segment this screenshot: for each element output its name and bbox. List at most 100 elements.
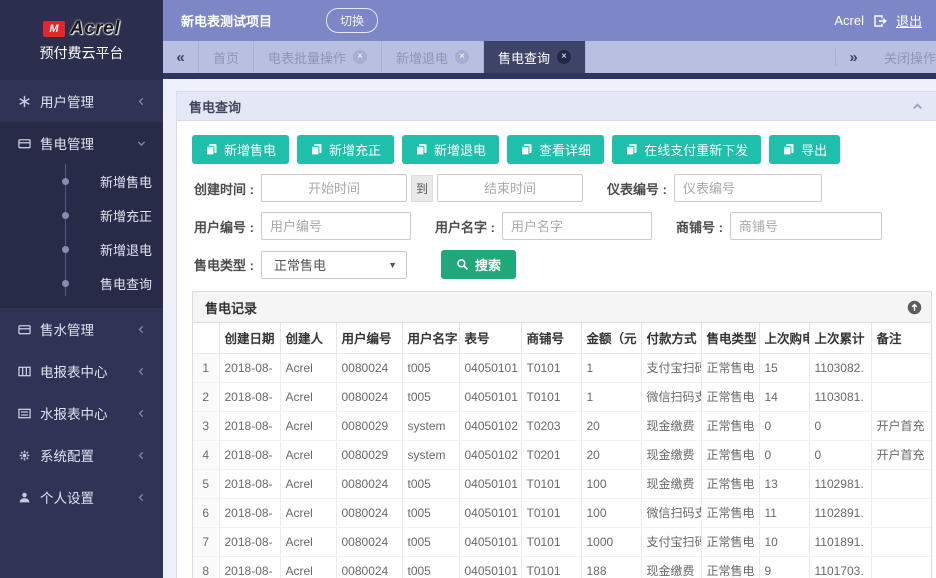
sidebar-item-elec-report-center[interactable]: 电报表中心 [0,350,163,392]
table-cell: Acrel [280,556,336,578]
table-cell: 2018-08- [219,440,280,469]
user-no-label: 用户编号 : [192,217,254,236]
table-cell: 0080029 [336,440,402,469]
tab-sale-query[interactable]: 售电查询 [484,41,586,73]
table-cell: 现金缴费 [641,469,701,498]
sale-records-panel: 售电记录 创建日期创建人用户编号用户名字表号商铺号金额（元付款方式售电类型上次购… [192,291,932,578]
row-number-cell: 8 [193,556,219,578]
logout-link[interactable]: 退出 [896,11,922,30]
column-header: 备注 [871,323,931,353]
sidebar-item-label: 售电管理 [40,133,136,153]
sidebar-section-personal-settings: 个人设置 [0,476,163,518]
sidebar-subitem-add-correction[interactable]: 新增充正 [0,198,163,232]
table-icon [18,364,33,378]
view-detail-button[interactable]: 查看详细 [507,135,604,164]
table-cell: 0080024 [336,556,402,578]
start-time-input[interactable] [261,174,407,202]
sidebar-item-water-sale-mgmt[interactable]: 售水管理 [0,308,163,350]
table-cell: 1101891. [809,527,871,556]
table-row[interactable]: 32018-08-Acrel0080029system04050102T0203… [193,411,931,440]
button-label: 新增售电 [224,140,276,159]
online-pay-reissue-button[interactable]: 在线支付重新下发 [612,135,761,164]
content-area: 售电查询 新增售电新增充正新增退电查看详细在线支付重新下发导出 创建时间 : 到… [163,79,936,578]
table-cell: 20 [581,411,641,440]
close-operations-menu[interactable]: 关闭操作 [871,48,936,67]
table-cell: 支付宝扫码 [641,353,701,382]
table-cell: T0203 [521,411,581,440]
add-refund-button[interactable]: 新增退电 [402,135,499,164]
table-cell: 2018-08- [219,382,280,411]
table-cell: 1102981. [809,469,871,498]
switch-project-button[interactable]: 切换 [326,8,378,33]
filter-row-2: 用户编号 : 用户名字 : 商铺号 : [192,212,932,240]
table-cell: 04050101 [459,527,521,556]
list-icon [18,406,33,420]
meter-no-input[interactable] [674,174,822,202]
table-row[interactable]: 52018-08-Acrel0080024t00504050101T010110… [193,469,931,498]
table-cell: Acrel [280,527,336,556]
search-button[interactable]: 搜索 [441,250,516,279]
table-row[interactable]: 62018-08-Acrel0080024t00504050101T010110… [193,498,931,527]
tab-home[interactable]: 首页 [199,41,254,73]
tabs-scroll-left-button[interactable]: « [163,41,199,73]
table-row[interactable]: 72018-08-Acrel0080024t00504050101T010110… [193,527,931,556]
close-icon[interactable] [455,50,469,64]
column-header: 售电类型 [701,323,759,353]
records-header: 售电记录 [193,292,931,323]
scroll-top-icon[interactable] [907,300,922,315]
top-header: 新电表测试项目 切换 Acrel 退出 [163,0,936,41]
tab-meter-batch-ops[interactable]: 电表批量操作 [254,41,382,73]
add-correction-button[interactable]: 新增充正 [297,135,394,164]
user-name-input[interactable] [502,212,652,240]
chevron-down-icon [136,138,147,149]
column-header: 创建人 [280,323,336,353]
table-cell: 04050102 [459,411,521,440]
table-cell: 支付宝扫码 [641,527,701,556]
add-sale-button[interactable]: 新增售电 [192,135,289,164]
table-cell: 04050101 [459,382,521,411]
close-icon[interactable] [557,50,571,64]
table-row[interactable]: 82018-08-Acrel0080024t00504050101T010118… [193,556,931,578]
table-row[interactable]: 42018-08-Acrel0080029system04050102T0201… [193,440,931,469]
table-cell: 2018-08- [219,556,280,578]
column-header: 上次累计 [809,323,871,353]
sidebar-item-sale-mgmt[interactable]: 售电管理 [0,122,163,164]
table-cell: Acrel [280,353,336,382]
export-button[interactable]: 导出 [769,135,840,164]
table-cell: T0101 [521,527,581,556]
sidebar-item-personal-settings[interactable]: 个人设置 [0,476,163,518]
sidebar-subitem-add-refund[interactable]: 新增退电 [0,232,163,266]
sidebar-subitem-sale-query[interactable]: 售电查询 [0,266,163,300]
tab-add-refund[interactable]: 新增退电 [382,41,484,73]
tabs-scroll-right-button[interactable]: » [835,49,871,66]
sale-type-selected-value: 正常售电 [274,255,326,274]
brand-logo: M Acrel 预付费云平台 [0,0,163,80]
table-cell: t005 [402,498,459,527]
table-cell: 0080024 [336,527,402,556]
table-cell: 1000 [581,527,641,556]
sidebar-item-water-report-center[interactable]: 水报表中心 [0,392,163,434]
sidebar-subitem-add-sale[interactable]: 新增售电 [0,164,163,198]
table-row[interactable]: 12018-08-Acrel0080024t00504050101T01011支… [193,353,931,382]
close-icon[interactable] [353,50,367,64]
sidebar-section-user-mgmt: 用户管理 [0,80,163,122]
table-cell: 0 [759,411,809,440]
collapse-panel-icon[interactable] [911,100,924,113]
copy-icon [625,143,638,156]
table-cell: 188 [581,556,641,578]
copy-icon [520,143,533,156]
table-cell: T0201 [521,440,581,469]
shop-no-input[interactable] [730,212,882,240]
table-cell: 2018-08- [219,353,280,382]
table-cell: 正常售电 [701,498,759,527]
toolbar: 新增售电 新增充正新增退电查看详细在线支付重新下发导出 [192,135,932,164]
logout-icon[interactable] [873,14,887,28]
chevron-left-icon [136,324,147,335]
sidebar-item-user-mgmt[interactable]: 用户管理 [0,80,163,122]
panel-title: 售电查询 [189,97,241,116]
end-time-input[interactable] [437,174,583,202]
sidebar-item-system-config[interactable]: 系统配置 [0,434,163,476]
sale-type-select[interactable]: 正常售电 [261,251,407,279]
user-no-input[interactable] [261,212,411,240]
table-row[interactable]: 22018-08-Acrel0080024t00504050101T01011微… [193,382,931,411]
